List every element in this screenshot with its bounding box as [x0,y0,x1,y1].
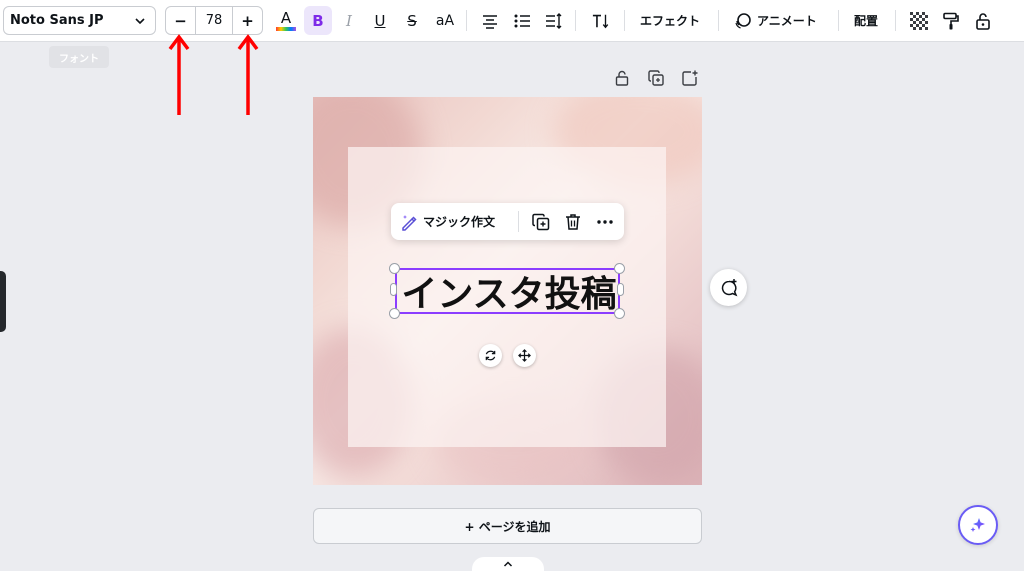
add-page-icon [682,70,698,86]
page-drawer-toggle[interactable] [472,557,544,571]
font-family-value: Noto Sans JP [10,13,104,28]
color-spectrum-bar [276,26,296,31]
rotate-icon [485,350,496,361]
font-size-stepper: − 78 + [165,6,263,35]
transparency-icon [910,11,928,30]
magic-assistant-button[interactable] [958,505,998,545]
add-page-button[interactable]: + ページを追加 [313,508,702,544]
resize-handle[interactable] [614,263,625,274]
sparkle-icon [970,518,985,532]
magic-pen-icon [402,214,417,231]
duplicate-icon [532,213,550,230]
bullet-list-icon [514,14,530,27]
align-button[interactable] [479,6,501,35]
menu-divider [518,211,519,232]
resize-handle[interactable] [614,308,625,319]
underline-button[interactable]: U [369,6,391,35]
strikethrough-button[interactable]: S [401,6,423,35]
more-icon [597,219,613,224]
element-context-menu: マジック作文 [391,203,624,240]
toolbar-divider [624,10,625,31]
paint-roller-icon [943,12,959,29]
side-panel-toggle[interactable] [0,271,6,332]
annotation-arrow-icon [168,34,190,115]
add-comment-button[interactable] [710,269,747,306]
more-options-button[interactable] [589,213,621,231]
duplicate-page-button[interactable] [646,68,666,88]
delete-element-button[interactable] [557,213,589,231]
magic-write-button[interactable]: マジック作文 [391,213,518,231]
italic-button[interactable]: I [338,6,360,35]
text-toolbar: Noto Sans JP − 78 + A B I U S aA エフェクト ア… [0,0,1024,42]
side-handle[interactable] [617,283,624,296]
lock-icon [976,12,990,30]
rotate-button[interactable] [479,344,502,367]
animate-label: アニメート [757,14,817,28]
font-size-input[interactable]: 78 [195,7,233,34]
selection-frame [395,268,620,314]
vertical-text-icon [592,14,609,28]
chevron-up-icon [503,561,513,567]
font-tooltip: フォント [49,46,109,68]
lock-button[interactable] [972,6,994,35]
letter-case-button[interactable]: aA [432,6,458,35]
toolbar-divider [718,10,719,31]
decrease-font-size-button[interactable]: − [166,7,195,34]
line-spacing-icon [546,12,562,29]
comment-plus-icon [721,278,737,296]
bold-button[interactable]: B [304,6,332,35]
move-icon [518,349,531,362]
duplicate-element-button[interactable] [525,213,557,231]
list-button[interactable] [511,6,533,35]
text-color-letter: A [280,8,292,27]
animate-icon [735,12,751,29]
toolbar-divider [838,10,839,31]
toolbar-divider [575,10,576,31]
magic-write-label: マジック作文 [423,215,496,229]
trash-icon [566,213,580,230]
resize-handle[interactable] [389,308,400,319]
lock-page-button[interactable] [612,68,632,88]
animate-button[interactable]: アニメート [733,6,817,35]
duplicate-icon [648,70,664,86]
side-handle[interactable] [390,283,397,296]
move-button[interactable] [513,344,536,367]
annotation-arrow-icon [237,34,259,115]
increase-font-size-button[interactable]: + [233,7,262,34]
align-center-icon [483,14,497,29]
transparency-button[interactable] [908,6,930,35]
font-family-dropdown[interactable]: Noto Sans JP [3,6,156,35]
lock-icon [615,70,629,86]
spacing-button[interactable] [543,6,565,35]
resize-handle[interactable] [389,263,400,274]
effects-button[interactable]: エフェクト [640,6,700,35]
chevron-down-icon [135,17,145,24]
position-button[interactable]: 配置 [854,6,878,35]
copy-style-button[interactable] [940,6,962,35]
toolbar-divider [895,10,896,31]
vertical-text-button[interactable] [588,6,614,35]
add-page-icon-button[interactable] [680,68,700,88]
text-color-button[interactable]: A [274,6,298,35]
toolbar-divider [466,10,467,31]
